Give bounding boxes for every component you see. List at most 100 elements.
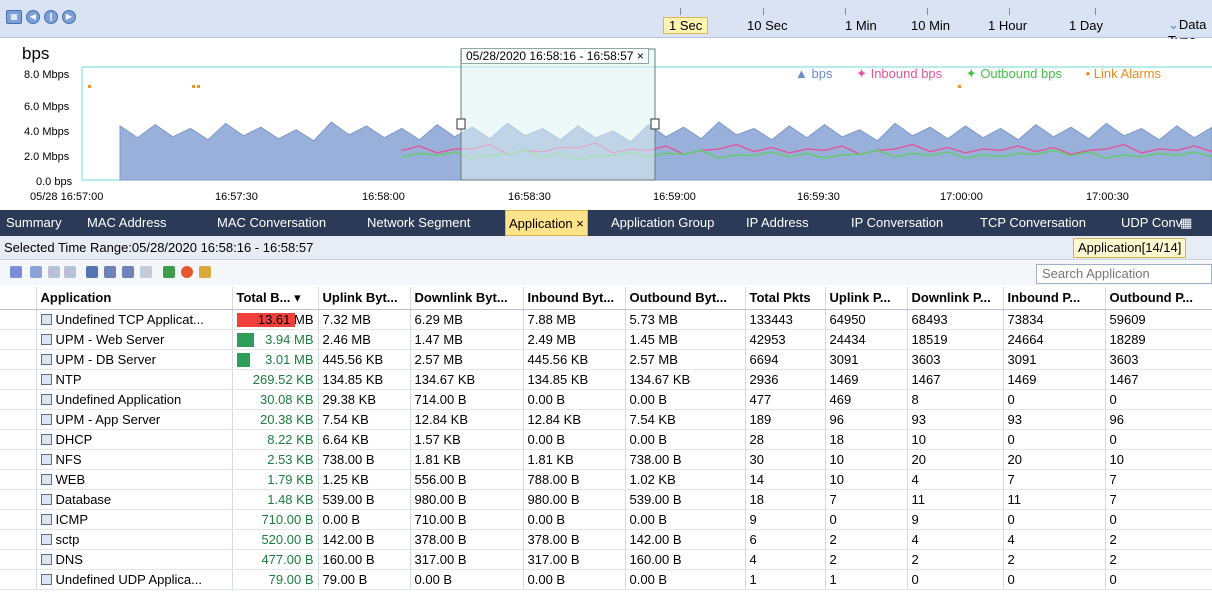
table-row[interactable]: DNS 477.00 B 160.00 B 317.00 B 317.00 B 160.0…: [0, 549, 1212, 570]
tab-ip-address[interactable]: IP Address: [746, 210, 809, 236]
row-indicator: [0, 469, 37, 490]
cell-application[interactable]: UPM - Web Server: [36, 329, 233, 350]
table-row[interactable]: Undefined Application 30.08 KB 29.38 KB 714…: [0, 389, 1212, 410]
cell-application[interactable]: DNS: [36, 549, 233, 570]
scale-1-hour[interactable]: 1 Hour: [988, 18, 1027, 33]
next-icon[interactable]: ▶: [62, 10, 76, 24]
top-filter-icon[interactable]: [10, 266, 22, 278]
cell-outp: 59609: [1105, 309, 1212, 330]
tab-summary[interactable]: Summary: [6, 210, 62, 236]
legend-link-alarms[interactable]: • Link Alarms: [1086, 66, 1171, 81]
tab-tcp-conversation[interactable]: TCP Conversation: [980, 210, 1086, 236]
table-row[interactable]: UPM - App Server 20.38 KB 7.54 KB 12.84 KB 1…: [0, 409, 1212, 430]
row-indicator: [0, 409, 37, 430]
table-row[interactable]: NFS 2.53 KB 738.00 B 1.81 KB 1.81 KB 738.00 B…: [0, 449, 1212, 470]
selected-range-label[interactable]: 05/28/2020 16:58:16 - 16:58:57 ×: [461, 48, 649, 64]
cell-application[interactable]: Undefined TCP Applicat...: [36, 309, 233, 330]
scale-1-day[interactable]: 1 Day: [1069, 18, 1103, 33]
col-total-bytes[interactable]: Total B... ▾: [232, 287, 319, 310]
tab-mac-address[interactable]: MAC Address: [87, 210, 166, 236]
table-row[interactable]: Database 1.48 KB 539.00 B 980.00 B 980.00 B5…: [0, 489, 1212, 510]
copy-icon[interactable]: [48, 266, 60, 278]
col-uplink-pkts[interactable]: Uplink P...: [825, 287, 908, 310]
search-application-input[interactable]: Search Application ▾: [1036, 264, 1212, 284]
prev-icon[interactable]: ◀: [26, 10, 40, 24]
link-alarm-marker: [958, 85, 961, 88]
cell-application[interactable]: NFS: [36, 449, 233, 470]
cell-application[interactable]: WEB: [36, 469, 233, 490]
scale-10-sec[interactable]: 10 Sec: [747, 18, 787, 33]
col-inbound-bytes[interactable]: Inbound Byt...: [523, 287, 626, 310]
col-application[interactable]: Application: [36, 287, 233, 310]
cell-up: 29.38 KB: [318, 389, 411, 410]
application-count-badge[interactable]: Application[14/14]: [1073, 238, 1187, 258]
cell-down: 378.00 B: [410, 529, 524, 550]
pie-chart-icon[interactable]: [181, 266, 193, 278]
col-downlink-pkts[interactable]: Downlink P...: [907, 287, 1004, 310]
cell-outp: 0: [1105, 389, 1212, 410]
table-row[interactable]: WEB 1.79 KB 1.25 KB 556.00 B 788.00 B 1.02 KB…: [0, 469, 1212, 490]
col-uplink-bytes[interactable]: Uplink Byt...: [318, 287, 411, 310]
cell-application[interactable]: Undefined UDP Applica...: [36, 569, 233, 590]
scale-1-min[interactable]: 1 Min: [845, 18, 877, 33]
table-row[interactable]: Undefined TCP Applicat... 13.61 MB 7.32 MB…: [0, 309, 1212, 330]
cell-pkts: 4: [745, 549, 826, 570]
table-row[interactable]: sctp 520.00 B 142.00 B 378.00 B 378.00 B 142.…: [0, 529, 1212, 550]
scale-1-sec[interactable]: 1 Sec: [663, 17, 709, 34]
cell-application[interactable]: UPM - App Server: [36, 409, 233, 430]
chart-view-icon[interactable]: [163, 266, 175, 278]
table-row[interactable]: ICMP 710.00 B 0.00 B 710.00 B 0.00 B 0.00 B90…: [0, 509, 1212, 530]
tab-ip-conversation[interactable]: IP Conversation: [851, 210, 943, 236]
pause-icon[interactable]: ∥: [44, 10, 58, 24]
cell-up: 160.00 B: [318, 549, 411, 570]
export-icon[interactable]: [104, 266, 116, 278]
filter-icon[interactable]: [199, 266, 211, 278]
col-total-pkts[interactable]: Total Pkts: [745, 287, 826, 310]
y-tick: 0.0 bps: [36, 176, 73, 188]
legend-bps[interactable]: ▲ bps: [795, 66, 842, 81]
col-outbound-bytes[interactable]: Outbound Byt...: [625, 287, 746, 310]
table-row[interactable]: NTP 269.52 KB 134.85 KB 134.67 KB 134.85 KB 1…: [0, 369, 1212, 390]
tab-overflow-icon[interactable]: ▦: [1180, 210, 1192, 236]
cell-application[interactable]: Database: [36, 489, 233, 510]
table-row[interactable]: UPM - DB Server 3.01 MB 445.56 KB 2.57 MB 44…: [0, 349, 1212, 370]
cell-application[interactable]: DHCP: [36, 429, 233, 450]
cell-up: 6.64 KB: [318, 429, 411, 450]
tab-network-segment[interactable]: Network Segment: [367, 210, 470, 236]
close-icon[interactable]: ×: [637, 49, 644, 63]
cell-application[interactable]: NTP: [36, 369, 233, 390]
cell-application[interactable]: Undefined Application: [36, 389, 233, 410]
table-row[interactable]: UPM - Web Server 3.94 MB 2.46 MB 1.47 MB 2.4…: [0, 329, 1212, 350]
calendar-icon[interactable]: ▦: [6, 10, 22, 24]
legend-outbound[interactable]: ✦ Outbound bps: [966, 66, 1072, 81]
cell-application[interactable]: UPM - DB Server: [36, 349, 233, 370]
tab-udp-conversation[interactable]: UDP Conv: [1121, 210, 1182, 236]
refresh-icon[interactable]: [30, 266, 42, 278]
tab-application[interactable]: Application ×: [505, 210, 588, 236]
cell-application[interactable]: sctp: [36, 529, 233, 550]
tab-application-group[interactable]: Application Group: [611, 210, 714, 236]
cell-up: 79.00 B: [318, 569, 411, 590]
tab-mac-conversation[interactable]: MAC Conversation: [217, 210, 326, 236]
table-row[interactable]: Undefined UDP Applica... 79.00 B 79.00 B 0.…: [0, 569, 1212, 590]
table-row[interactable]: DHCP 8.22 KB 6.64 KB 1.57 KB 0.00 B 0.00 B 28 1…: [0, 429, 1212, 450]
scale-10-min[interactable]: 10 Min: [911, 18, 950, 33]
col-outbound-pkts[interactable]: Outbound P...: [1105, 287, 1212, 310]
cell-outp: 0: [1105, 569, 1212, 590]
cell-inp: 0: [1003, 509, 1106, 530]
columns-icon[interactable]: [122, 266, 134, 278]
cell-downp: 11: [907, 489, 1004, 510]
link-alarm-marker: [88, 85, 91, 88]
legend-inbound[interactable]: ✦ Inbound bps: [856, 66, 952, 81]
cell-application[interactable]: ICMP: [36, 509, 233, 530]
cell-downp: 68493: [907, 309, 1004, 330]
grid-icon[interactable]: [140, 266, 152, 278]
print-icon[interactable]: [86, 266, 98, 278]
col-downlink-bytes[interactable]: Downlink Byt...: [410, 287, 524, 310]
link-icon[interactable]: [64, 266, 76, 278]
close-tab-icon[interactable]: ×: [576, 216, 584, 231]
cell-in: 2.49 MB: [523, 329, 626, 350]
cell-outp: 2: [1105, 549, 1212, 570]
col-inbound-pkts[interactable]: Inbound P...: [1003, 287, 1106, 310]
cell-down: 2.57 MB: [410, 349, 524, 370]
